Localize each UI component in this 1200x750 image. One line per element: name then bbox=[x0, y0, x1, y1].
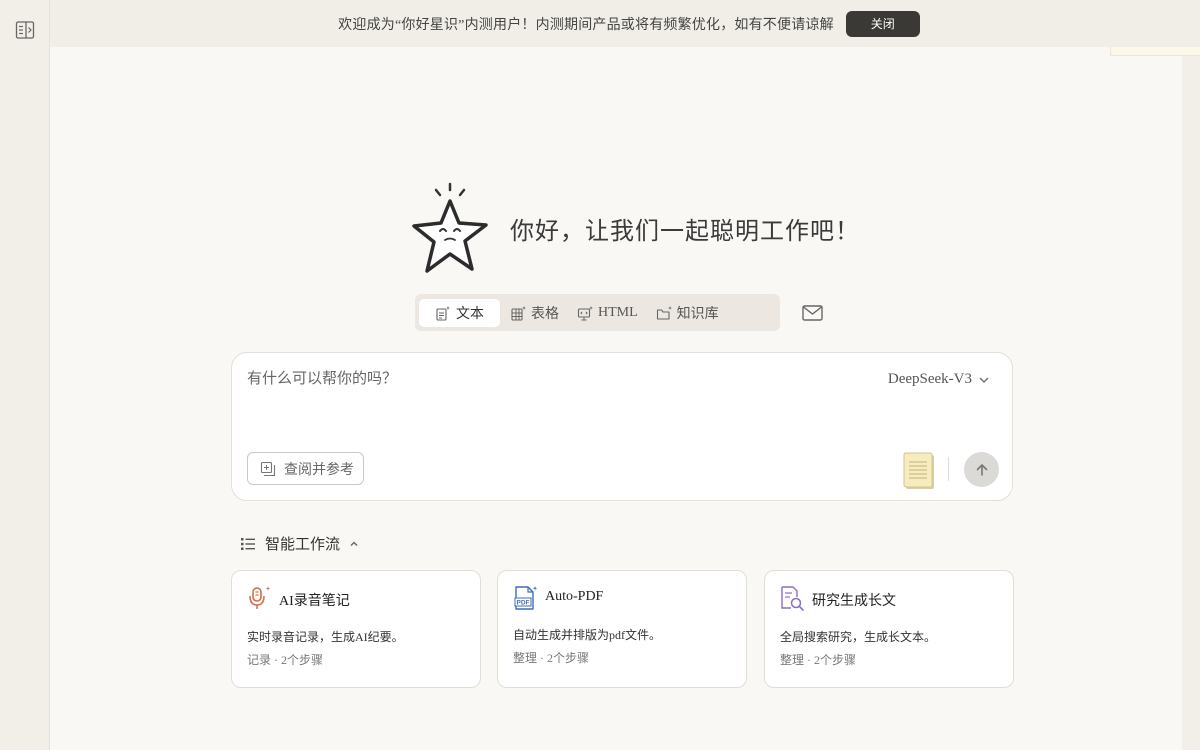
reference-button-label: 查阅并参考 bbox=[284, 462, 354, 478]
model-name: DeepSeek-V3 bbox=[887, 371, 972, 387]
folder-icon bbox=[656, 305, 672, 320]
document-icon bbox=[436, 305, 450, 321]
svg-text:PDF: PDF bbox=[517, 600, 530, 607]
tab-table-label: 表格 bbox=[531, 306, 559, 322]
search-document-icon bbox=[781, 586, 804, 611]
sidebar-toggle-icon[interactable] bbox=[15, 20, 35, 40]
workflow-section-header[interactable]: 智能工作流 bbox=[240, 533, 359, 554]
workflow-title: 智能工作流 bbox=[265, 537, 341, 553]
tab-table[interactable]: 表格 bbox=[502, 299, 567, 327]
workflow-card-description: 全局搜索研究，生成长文本。 bbox=[780, 630, 937, 644]
right-gutter bbox=[1182, 0, 1200, 750]
workflow-card-meta: 整理 · 2个步骤 bbox=[780, 653, 856, 667]
arrow-up-icon bbox=[976, 463, 987, 476]
add-reference-icon bbox=[260, 461, 276, 476]
pdf-icon: PDF bbox=[514, 586, 538, 610]
send-button[interactable] bbox=[964, 452, 999, 487]
chat-composer: 有什么可以帮你的吗？ DeepSeek-V3 查阅并参考 bbox=[231, 352, 1013, 501]
star-mascot-icon bbox=[412, 182, 488, 273]
sidebar bbox=[0, 0, 50, 750]
tab-text-label: 文本 bbox=[456, 306, 484, 322]
tab-html-label: HTML bbox=[598, 304, 638, 320]
workflow-card-meta: 整理 · 2个步骤 bbox=[513, 651, 589, 665]
chat-input[interactable]: 有什么可以帮你的吗？ bbox=[247, 367, 397, 388]
mode-tabs: 文本 表格 HTML 知识库 bbox=[415, 294, 780, 331]
workflow-card-title: 研究生成长文 bbox=[812, 594, 896, 609]
beta-banner: 欢迎成为“你好星识”内测用户！内测期间产品或将有频繁优化，如有不便请谅解 关闭 bbox=[50, 0, 1200, 47]
tab-knowledge-base[interactable]: 知识库 bbox=[648, 299, 727, 327]
workflow-card-auto-pdf[interactable]: PDF Auto-PDF 自动生成并排版为pdf文件。 整理 · 2个步骤 bbox=[497, 570, 747, 688]
workflow-card-recording[interactable]: AI录音笔记 实时录音记录，生成AI纪要。 记录 · 2个步骤 bbox=[231, 570, 481, 688]
banner-message: 欢迎成为“你好星识”内测用户！内测期间产品或将有频繁优化，如有不便请谅解 bbox=[338, 17, 834, 33]
reference-button[interactable]: 查阅并参考 bbox=[247, 452, 364, 485]
notepad-icon[interactable] bbox=[902, 451, 936, 491]
workflow-card-title: Auto-PDF bbox=[545, 589, 604, 604]
workflow-card-description: 自动生成并排版为pdf文件。 bbox=[513, 628, 661, 642]
table-icon bbox=[511, 305, 526, 321]
chevron-down-icon bbox=[979, 376, 989, 383]
hero: 你好，让我们一起聪明工作吧！ bbox=[412, 180, 860, 276]
tab-knowledge-base-label: 知识库 bbox=[676, 306, 719, 322]
workflow-card-title: AI录音笔记 bbox=[279, 594, 350, 609]
html-icon bbox=[577, 305, 593, 320]
model-selector[interactable]: DeepSeek-V3 bbox=[888, 371, 990, 388]
workflow-card-description: 实时录音记录，生成AI纪要。 bbox=[247, 630, 404, 644]
tab-html[interactable]: HTML bbox=[569, 299, 646, 327]
workflow-card-meta: 记录 · 2个步骤 bbox=[247, 653, 323, 667]
workflow-card-research[interactable]: 研究生成长文 全局搜索研究，生成长文本。 整理 · 2个步骤 bbox=[764, 570, 1014, 688]
banner-close-button[interactable]: 关闭 bbox=[845, 10, 920, 37]
microphone-icon bbox=[249, 586, 271, 609]
mail-icon[interactable] bbox=[801, 302, 825, 324]
chevron-up-icon bbox=[350, 541, 358, 546]
list-icon bbox=[241, 537, 255, 550]
tab-text[interactable]: 文本 bbox=[419, 298, 500, 327]
divider bbox=[948, 457, 949, 481]
hero-greeting: 你好，让我们一起聪明工作吧！ bbox=[510, 218, 860, 245]
